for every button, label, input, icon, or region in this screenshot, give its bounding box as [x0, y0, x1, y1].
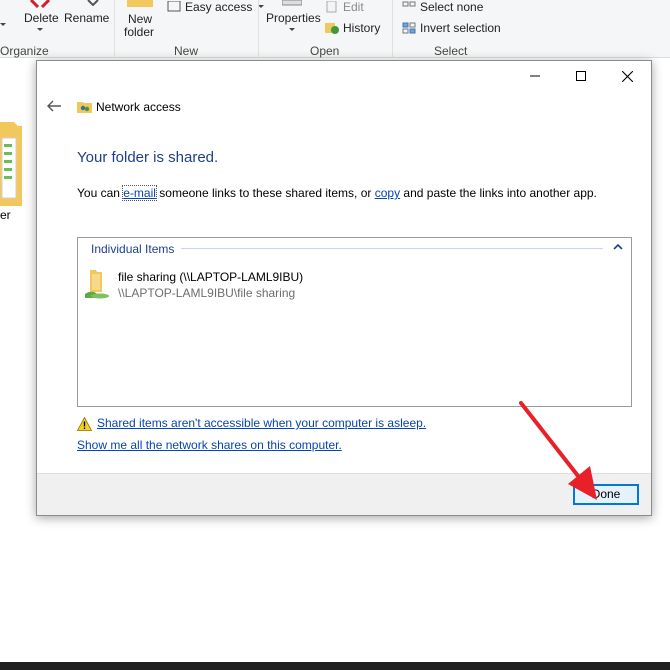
delete-icon — [29, 0, 51, 8]
select-none-icon — [402, 1, 416, 7]
properties-icon — [282, 0, 302, 6]
chevron-down-icon — [289, 28, 295, 31]
explorer-file-area: er — [0, 58, 36, 358]
shared-items-list[interactable]: Individual Items file sharing (\\LAPTOP-… — [77, 237, 632, 407]
ribbon-separator — [114, 0, 115, 58]
minimize-button[interactable] — [512, 61, 558, 91]
invert-selection-button[interactable]: Invert selection — [402, 21, 501, 35]
group-header-individual-items[interactable]: Individual Items — [91, 242, 174, 256]
shared-item-path: \\LAPTOP-LAML9IBU\file sharing — [118, 286, 296, 300]
edit-button[interactable]: Edit — [325, 0, 364, 14]
folder-icon[interactable] — [0, 118, 22, 208]
dialog-title: Network access — [96, 100, 181, 114]
taskbar — [0, 662, 670, 670]
easy-access-icon — [167, 1, 181, 12]
intro-text-part: someone links to these shared items, or — [155, 186, 375, 200]
folder-label: er — [0, 208, 11, 222]
new-folder-icon — [127, 0, 153, 7]
invert-selection-icon — [402, 22, 416, 34]
group-label-select: Select — [434, 44, 468, 58]
email-link[interactable]: e-mail — [122, 185, 157, 201]
shared-folder-icon — [85, 270, 109, 299]
group-label-open: Open — [310, 44, 340, 58]
maximize-icon — [576, 71, 586, 81]
dropdown-chevron-icon — [0, 23, 6, 26]
close-icon — [621, 70, 633, 82]
select-none-button[interactable]: Select none — [402, 0, 483, 14]
select-none-label: Select none — [420, 0, 484, 14]
ribbon-separator — [392, 0, 393, 58]
explorer-ribbon: Delete Rename Organize New folder Easy a… — [0, 0, 670, 58]
network-shares-link[interactable]: Show me all the network shares on this c… — [77, 438, 342, 452]
new-folder-button-line2[interactable]: folder — [124, 25, 154, 39]
maximize-button[interactable] — [558, 61, 604, 91]
invert-selection-label: Invert selection — [420, 21, 501, 35]
history-label: History — [343, 21, 381, 35]
rename-button[interactable]: Rename — [64, 11, 109, 25]
group-label-new: New — [174, 44, 199, 58]
edit-label: Edit — [343, 0, 364, 14]
close-button[interactable] — [604, 61, 650, 91]
new-folder-button-line1[interactable]: New — [128, 12, 152, 26]
network-folder-icon — [77, 102, 92, 113]
delete-button[interactable]: Delete — [24, 11, 59, 25]
intro-text-part: You can — [77, 186, 124, 200]
properties-button[interactable]: Properties — [266, 11, 321, 25]
network-access-dialog: Network access Your folder is shared. Yo… — [36, 60, 652, 516]
intro-text-part: and paste the links into another app. — [400, 186, 597, 200]
group-label-organize: Organize — [0, 44, 49, 58]
group-header-divider — [181, 248, 603, 249]
asleep-warning-link[interactable]: Shared items aren't accessible when your… — [97, 416, 426, 430]
minimize-icon — [530, 75, 540, 77]
warning-icon — [77, 417, 92, 431]
intro-text: You can e-mail someone links to these sh… — [77, 185, 597, 201]
shared-item-name: file sharing (\\LAPTOP-LAML9IBU) — [118, 270, 304, 284]
chevron-down-icon — [37, 28, 43, 31]
copy-link[interactable]: copy — [375, 186, 400, 200]
dialog-footer: Done — [37, 473, 651, 515]
ribbon-separator — [258, 0, 259, 58]
back-arrow-icon[interactable] — [45, 98, 63, 114]
chevron-up-icon[interactable] — [613, 243, 623, 251]
history-icon — [325, 23, 339, 34]
easy-access-button[interactable]: Easy access — [167, 0, 264, 14]
edit-icon — [326, 1, 337, 13]
history-button[interactable]: History — [325, 21, 380, 35]
rename-icon — [87, 0, 99, 6]
done-button[interactable]: Done — [573, 484, 639, 505]
dialog-heading: Your folder is shared. — [77, 149, 219, 166]
easy-access-label: Easy access — [185, 0, 253, 14]
